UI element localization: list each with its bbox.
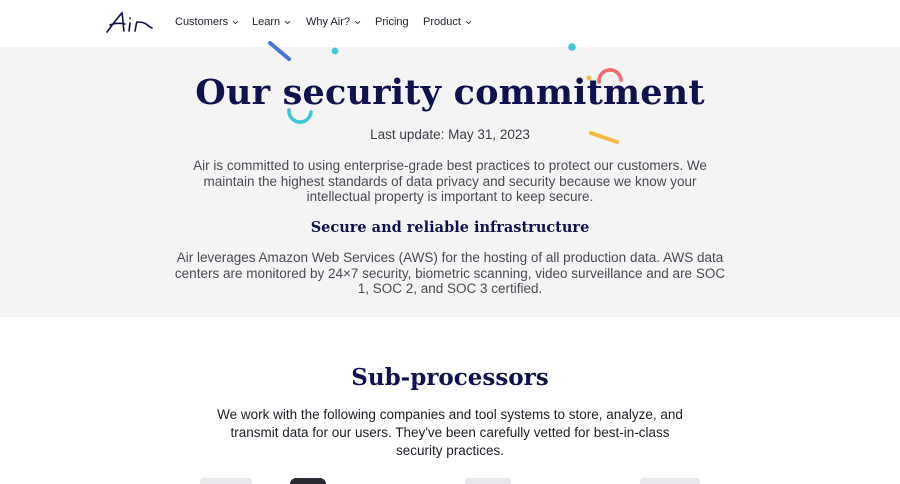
chevron-down-icon [284,20,291,24]
top-navigation: Customers Learn Why Air? Pricing Product [0,0,900,47]
infrastructure-text: Air leverages Amazon Web Services (AWS) … [174,250,726,296]
partner-logo [465,478,511,484]
nav-customers-label: Customers [175,16,229,28]
chevron-down-icon [354,20,361,24]
chevron-down-icon [465,20,472,24]
yellow-dot-decoration [586,75,592,81]
nav-why-air-label: Why Air? [306,16,351,28]
teal-dot-decoration [568,43,576,51]
nav-pricing[interactable]: Pricing [375,16,409,28]
nav-why-air[interactable]: Why Air? [306,16,361,28]
partner-logo [200,478,252,484]
coral-arc-decoration [597,68,623,84]
nav-pricing-label: Pricing [375,16,409,28]
nav-product-label: Product [423,16,461,28]
last-update-text: Last update: May 31, 2023 [370,127,530,142]
yellow-dash-decoration [589,131,619,144]
nav-learn-label: Learn [252,16,281,28]
hero-section: Our security commitment Last update: May… [0,47,900,317]
security-intro: Air is committed to using enterprise-gra… [193,158,707,204]
nav-product[interactable]: Product [423,16,472,28]
teal-dot-decoration [331,47,339,55]
partner-logo [640,478,700,484]
blue-dash-decoration [268,41,291,61]
air-logo[interactable] [104,10,154,36]
page-title: Our security commitment [195,72,705,113]
chevron-down-icon [232,20,239,24]
nav-learn[interactable]: Learn [252,16,291,28]
teal-arc-decoration [287,108,313,124]
subprocessors-description: We work with the following companies and… [217,407,683,458]
partner-logo [290,478,326,484]
subprocessors-title: Sub-processors [351,364,549,391]
infrastructure-heading: Secure and reliable infrastructure [310,219,590,236]
nav-customers[interactable]: Customers [175,16,239,28]
